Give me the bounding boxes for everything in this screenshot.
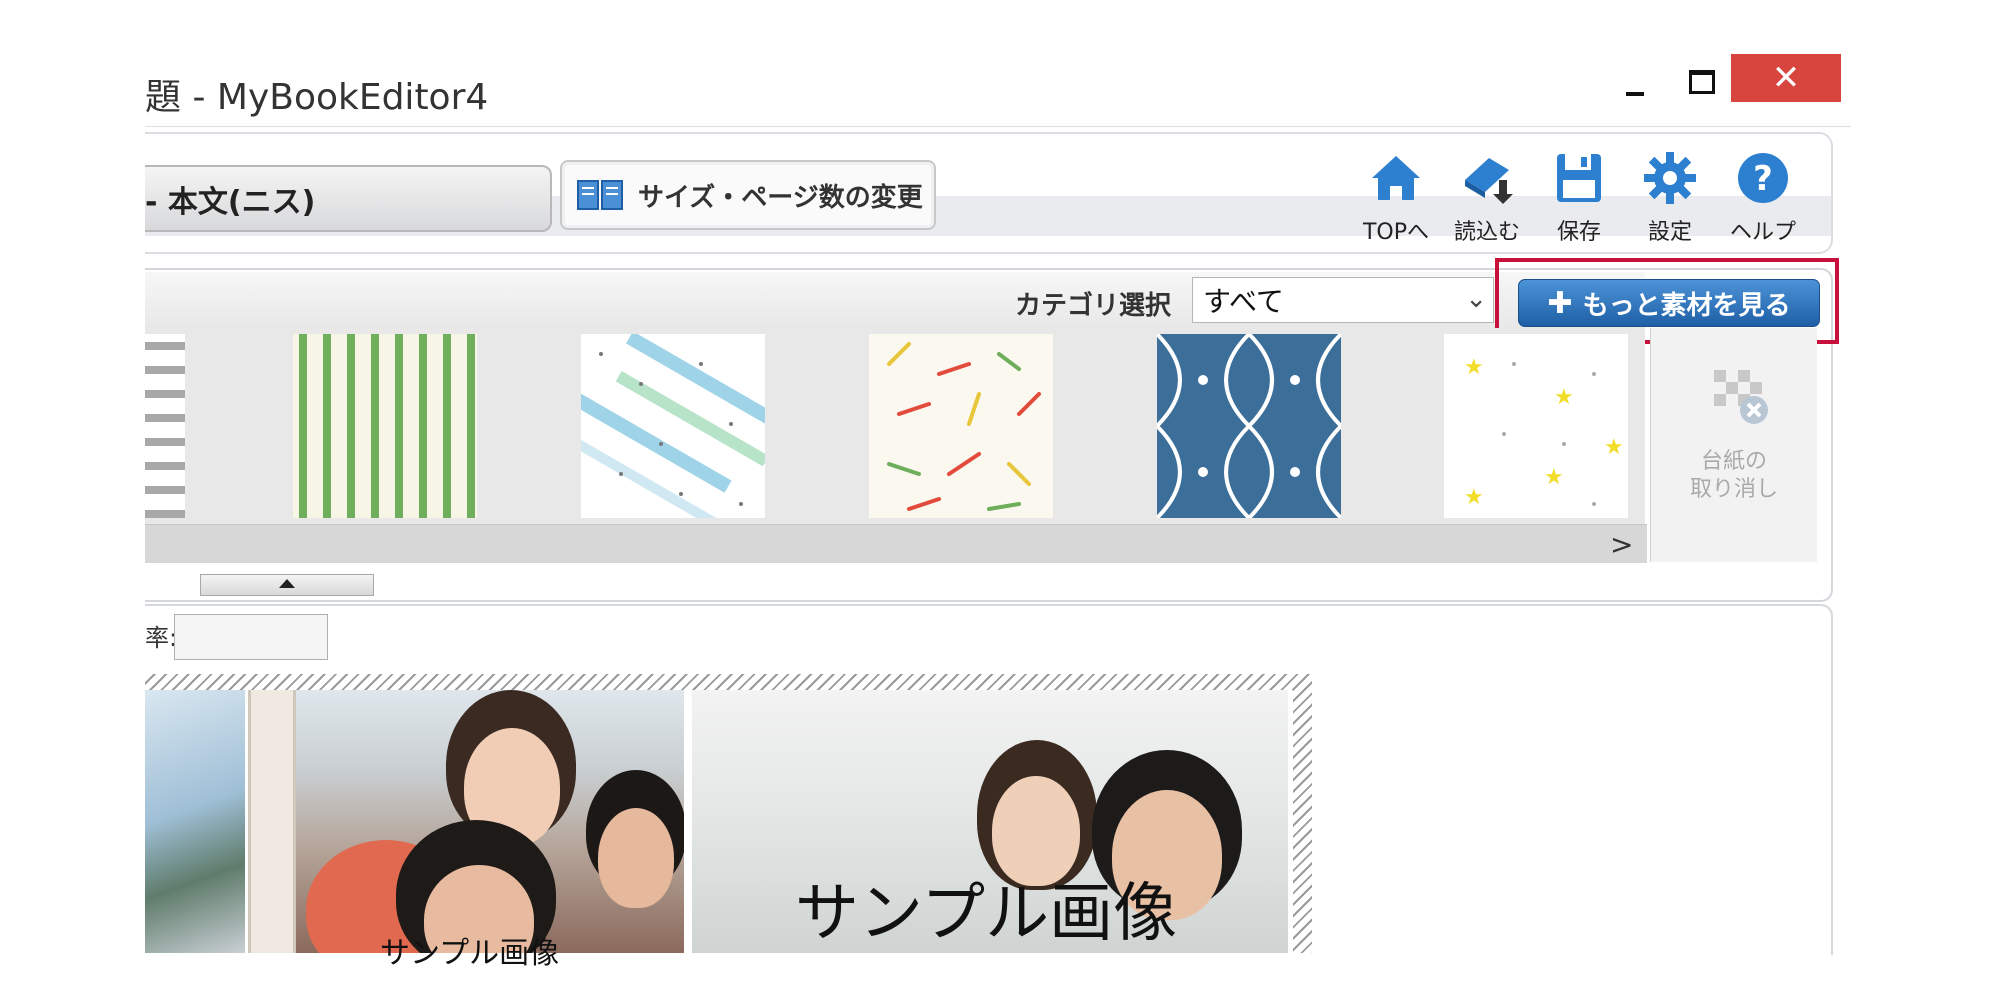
settings-button[interactable]: 設定 [1627, 150, 1713, 250]
size-button-label: サイズ・ページ数の変更 [638, 182, 923, 213]
window-title: 題 - MyBookEditor4 [145, 77, 489, 118]
top-label: TOPへ [1362, 220, 1430, 245]
svg-text:★: ★ [1464, 485, 1484, 510]
load-button[interactable]: 読込む [1444, 150, 1530, 250]
settings-label: 設定 [1647, 220, 1692, 245]
pattern-thumbnail-quatrefoil[interactable] [1157, 334, 1341, 518]
photo-gutter [248, 690, 296, 953]
save-button[interactable]: 保存 [1536, 150, 1622, 250]
cancel-background-icon [1710, 366, 1768, 424]
home-icon [1368, 150, 1424, 206]
cancel-background-label: 台紙の 取り消し [1650, 448, 1818, 504]
page-tab[interactable]: - 本文(ニス) [145, 165, 552, 232]
help-button[interactable]: ? ヘルプ [1720, 150, 1806, 250]
minimize-button[interactable] [1610, 68, 1660, 108]
svg-text:★: ★ [1464, 355, 1484, 380]
top-button[interactable]: TOPへ [1353, 150, 1439, 250]
pattern-thumbnail-confetti[interactable] [869, 334, 1053, 518]
scroll-right-button[interactable]: > [1610, 528, 1633, 561]
pattern-thumbnail-stars[interactable]: ★ ★ ★ ★ ★ [1444, 334, 1628, 518]
pattern-thumbnail-green-stripes[interactable] [293, 334, 477, 518]
open-book-icon [576, 178, 624, 212]
svg-text:?: ? [1753, 159, 1773, 199]
svg-text:★: ★ [1604, 435, 1624, 460]
pattern-thumbnail-blue-dots[interactable] [581, 334, 765, 518]
zoom-label: 率: [145, 624, 178, 652]
category-label: カテゴリ選択 [1015, 291, 1172, 321]
category-select-value: すべて [1203, 285, 1284, 318]
help-label: ヘルプ [1729, 220, 1796, 245]
cancel-label-line2: 取り消し [1689, 477, 1778, 502]
close-button[interactable]: ✕ [1731, 54, 1841, 102]
chevron-down-icon: ⌄ [1465, 284, 1487, 314]
cancel-background-panel[interactable] [1650, 328, 1817, 562]
category-select[interactable]: すべて ⌄ [1192, 277, 1494, 323]
sample-image-caption-small: サンプル画像 [380, 936, 560, 971]
photo-frame-1[interactable] [145, 690, 245, 953]
svg-text:★: ★ [1554, 385, 1574, 410]
size-page-change-button[interactable]: サイズ・ページ数の変更 [560, 160, 936, 230]
zoom-input[interactable] [174, 614, 328, 660]
pattern-thumbnail-horizontal-stripes[interactable] [145, 334, 185, 518]
save-icon [1551, 150, 1607, 206]
maximize-button[interactable] [1675, 60, 1725, 100]
close-icon: ✕ [1771, 58, 1801, 98]
help-icon: ? [1735, 150, 1791, 206]
collapse-panel-button[interactable] [200, 574, 374, 596]
gear-icon [1642, 150, 1698, 206]
save-label: 保存 [1556, 220, 1601, 245]
page-tab-label: - 本文(ニス) [145, 184, 316, 220]
load-label: 読込む [1453, 220, 1520, 245]
svg-text:★: ★ [1544, 465, 1564, 490]
photo-frame-2[interactable] [296, 690, 684, 953]
load-book-icon [1459, 150, 1515, 206]
cancel-label-line1: 台紙の [1700, 449, 1767, 474]
horizontal-scrollbar[interactable] [145, 524, 1647, 563]
sample-image-caption-large: サンプル画像 [795, 877, 1178, 951]
triangle-up-icon [279, 579, 295, 588]
